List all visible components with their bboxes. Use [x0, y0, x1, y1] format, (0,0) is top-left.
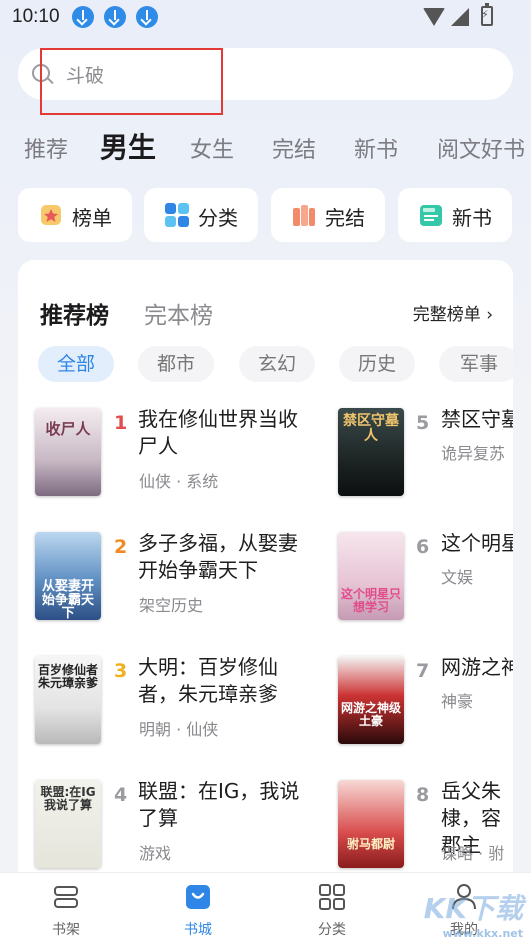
book-item[interactable]: 从娶妻开始争霸天下 2 多子多福，从娶妻开始争霸天下 架空历史 [18, 530, 318, 630]
book-cover: 从娶妻开始争霸天下 [35, 532, 101, 620]
download-icon [72, 6, 94, 28]
nav-bookshelf-label: 书架 [52, 922, 80, 938]
book-item[interactable]: 驸马都尉 8 岳父朱棣，容郡主 谋略 · 驸 [320, 778, 513, 878]
book-item[interactable]: 网游之神级土豪 7 网游之神 神豪 [320, 654, 513, 754]
nav-category-label: 分类 [318, 922, 346, 938]
nav-bookstore-label: 书城 [184, 922, 212, 938]
book-tags: 诡异复苏 [441, 444, 506, 463]
tab-male[interactable]: 男生 [100, 126, 156, 166]
full-ranking-link[interactable]: 完整榜单 › [413, 300, 493, 325]
tab-recommend[interactable]: 推荐 [24, 132, 68, 164]
watermark: KK下载 www.kkx.net [423, 892, 523, 940]
book-tags: 神豪 [441, 692, 474, 711]
book-item[interactable]: 禁区守墓人 5 禁区守墓人 诡异复苏 [320, 406, 513, 506]
book-tags: 谋略 · 驸 [441, 844, 505, 863]
book-cover: 收尸人 [35, 408, 101, 496]
rank-number: 1 [114, 412, 128, 434]
download-icon [136, 6, 158, 28]
shopping-bag-icon [186, 885, 210, 909]
nav-bookstore[interactable]: 书城 [148, 873, 248, 944]
rank-number: 4 [114, 784, 128, 806]
chip-military[interactable]: 军事 [439, 346, 513, 382]
signal-icon [451, 8, 469, 26]
book-title: 多子多福，从娶妻开始争霸天下 [138, 531, 298, 582]
clock: 10:10 [12, 6, 60, 27]
tab-female[interactable]: 女生 [190, 132, 234, 164]
book-title: 大明：百岁修仙者，朱元璋亲爹 [138, 655, 278, 706]
quick-category-label: 分类 [198, 206, 238, 230]
book-title: 这个明星 [441, 531, 513, 555]
tab-finished-ranking[interactable]: 完本榜 [144, 296, 213, 330]
new-book-icon [420, 205, 442, 226]
rank-number: 5 [416, 412, 430, 434]
book-cover: 网游之神级土豪 [338, 656, 404, 744]
quick-new-label: 新书 [452, 206, 492, 230]
quick-finished-button[interactable]: 完结 [271, 188, 385, 242]
category-tabs: 推荐 男生 女生 完结 新书 阅文好书 [0, 122, 531, 172]
rank-number: 2 [114, 536, 128, 558]
tab-recommend-ranking[interactable]: 推荐榜 [40, 296, 109, 330]
nav-bookshelf[interactable]: 书架 [16, 873, 116, 944]
medal-icon [41, 205, 61, 225]
wifi-icon [423, 8, 445, 26]
chip-fantasy[interactable]: 玄幻 [239, 346, 315, 382]
rank-number: 3 [114, 660, 128, 682]
book-title: 网游之神 [441, 655, 513, 679]
chip-all[interactable]: 全部 [38, 346, 114, 382]
tab-finished[interactable]: 完结 [272, 132, 316, 164]
book-tags: 游戏 [139, 844, 172, 863]
quick-ranking-button[interactable]: 榜单 [18, 188, 132, 242]
chip-urban[interactable]: 都市 [138, 346, 214, 382]
tab-yuewen-good[interactable]: 阅文好书 [437, 132, 525, 164]
book-title: 我在修仙世界当收尸人 [138, 407, 298, 458]
rank-number: 6 [416, 536, 430, 558]
quick-finished-label: 完结 [325, 206, 365, 230]
chip-history[interactable]: 历史 [339, 346, 415, 382]
book-title: 联盟：在IG，我说了算 [138, 779, 300, 830]
book-cover: 联盟:在IG我说了算 [35, 780, 101, 868]
ranking-card: 推荐榜 完本榜 完整榜单 › 全部 都市 玄幻 历史 军事 收尸人 1 我在修仙… [18, 260, 513, 880]
bookshelf-icon [54, 886, 78, 908]
book-tags: 仙侠 · 系统 [139, 472, 219, 491]
quick-new-button[interactable]: 新书 [398, 188, 512, 242]
grid-icon [165, 203, 189, 227]
rank-number: 7 [416, 660, 430, 682]
quick-category-button[interactable]: 分类 [144, 188, 258, 242]
book-item[interactable]: 百岁修仙者朱元璋亲爹 3 大明：百岁修仙者，朱元璋亲爹 明朝 · 仙侠 [18, 654, 318, 754]
book-title: 禁区守墓人 [441, 407, 513, 431]
battery-icon [481, 3, 493, 26]
quick-ranking-label: 榜单 [72, 206, 112, 230]
book-item[interactable]: 联盟:在IG我说了算 4 联盟：在IG，我说了算 游戏 [18, 778, 318, 878]
book-item[interactable]: 这个明星只想学习 6 这个明星 文娱 [320, 530, 513, 630]
book-cover: 这个明星只想学习 [338, 532, 404, 620]
tab-new[interactable]: 新书 [354, 132, 398, 164]
book-cover: 百岁修仙者朱元璋亲爹 [35, 656, 101, 744]
book-tags: 明朝 · 仙侠 [139, 720, 219, 739]
rank-number: 8 [416, 784, 430, 806]
book-cover: 驸马都尉 [338, 780, 404, 868]
status-bar: 10:10 [0, 0, 531, 36]
book-cover: 禁区守墓人 [338, 408, 404, 496]
books-icon [293, 205, 315, 226]
annotation-highlight-box [40, 48, 223, 115]
download-icon [104, 6, 126, 28]
nav-category[interactable]: 分类 [282, 873, 382, 944]
book-item[interactable]: 收尸人 1 我在修仙世界当收尸人 仙侠 · 系统 [18, 406, 318, 506]
book-tags: 文娱 [441, 568, 474, 587]
book-tags: 架空历史 [139, 596, 204, 615]
grid-icon [319, 884, 345, 910]
